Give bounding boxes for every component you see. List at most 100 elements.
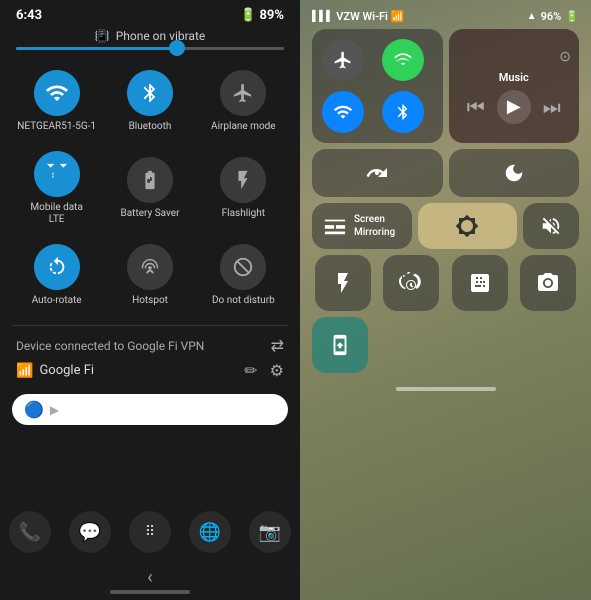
- ios-timer-tile[interactable]: [383, 255, 439, 311]
- ios-camera-tile[interactable]: [520, 255, 576, 311]
- ios-row3: ScreenMirroring: [308, 203, 583, 249]
- ios-mute-tile[interactable]: [523, 203, 579, 249]
- nav-messages[interactable]: 💬: [69, 511, 111, 553]
- ios-connectivity-tile[interactable]: [312, 29, 443, 143]
- tile-flashlight[interactable]: Flashlight: [199, 143, 288, 232]
- ios-flashlight-tile[interactable]: [315, 255, 371, 311]
- vibrate-icon: 📳: [95, 29, 110, 43]
- ios-next-btn[interactable]: ⏭: [543, 95, 561, 119]
- nav-camera[interactable]: 📷: [249, 511, 291, 553]
- tile-hotspot-label: Hotspot: [132, 295, 168, 307]
- tile-autorotate[interactable]: Auto-rotate: [12, 236, 101, 313]
- ios-music-tile[interactable]: ⊙ Music ⏮ ▶ ⏭: [449, 29, 580, 143]
- nav-apps[interactable]: ⠿: [129, 511, 171, 553]
- ios-cellular-btn[interactable]: [382, 39, 424, 81]
- slider-fill: [16, 47, 177, 50]
- ios-signal-bars: ▌▌▌: [312, 11, 333, 22]
- quick-tiles-grid: NETGEAR51-5G-1 Bluetooth Airplane mode: [0, 58, 300, 321]
- android-vibrate-row: 📳 Phone on vibrate: [0, 29, 300, 43]
- slider-track: [16, 47, 284, 50]
- ios-remote-tile[interactable]: [312, 317, 368, 373]
- ios-location-icon: ▲: [527, 11, 537, 22]
- edit-network-icon[interactable]: ✏: [244, 361, 257, 380]
- tile-wifi-label: NETGEAR51-5G-1: [17, 121, 96, 133]
- nav-phone[interactable]: 📞: [9, 511, 51, 553]
- tile-airplane[interactable]: Airplane mode: [199, 62, 288, 139]
- ios-row2: [308, 149, 583, 197]
- ios-bluetooth-btn[interactable]: [382, 91, 424, 133]
- bluetooth-icon-circle: [127, 70, 173, 116]
- battery-saver-icon-circle: [127, 157, 173, 203]
- mobile-icon-circle: ↕: [34, 151, 80, 197]
- brightness-slider[interactable]: [0, 47, 300, 58]
- android-panel: 6:43 🔋 89% 📳 Phone on vibrate NETGEAR51-…: [0, 0, 300, 600]
- dnd-icon-circle: [220, 244, 266, 290]
- tile-wifi[interactable]: NETGEAR51-5G-1: [12, 62, 101, 139]
- ios-brightness-tile[interactable]: [418, 203, 518, 249]
- network-actions: ✏ ⚙: [244, 361, 284, 380]
- ios-status-right: ▲ 96% 🔋: [527, 10, 579, 23]
- ios-battery-pct: 96%: [541, 10, 562, 23]
- google-icon: 🔵: [24, 400, 44, 419]
- tile-mobile[interactable]: ↕ Mobile dataLTE: [12, 143, 101, 232]
- tile-battery-saver-label: Battery Saver: [121, 208, 180, 220]
- wifi-icon-circle: [34, 70, 80, 116]
- ios-prev-btn[interactable]: ⏮: [467, 95, 485, 119]
- ios-dnd-tile[interactable]: [449, 149, 580, 197]
- google-fi-section: Device connected to Google Fi VPN ⇄ 📶 Go…: [0, 330, 300, 386]
- gesture-pill: [110, 590, 190, 594]
- ios-status-left: ▌▌▌ VZW Wi-Fi 📶: [312, 10, 405, 23]
- svg-text:↕: ↕: [50, 171, 55, 181]
- ios-content: ▌▌▌ VZW Wi-Fi 📶 ▲ 96% 🔋: [300, 0, 591, 395]
- tile-autorotate-label: Auto-rotate: [32, 295, 82, 307]
- ios-screen-mirroring-tile[interactable]: ScreenMirroring: [312, 203, 412, 249]
- ios-airplane-btn[interactable]: [322, 39, 364, 81]
- search-icon-2: ▶: [50, 403, 59, 417]
- ios-play-btn[interactable]: ▶: [497, 90, 531, 124]
- tile-battery-saver[interactable]: Battery Saver: [105, 143, 194, 232]
- search-bar[interactable]: 🔵 ▶: [12, 394, 288, 425]
- autorotate-icon-circle: [34, 244, 80, 290]
- tile-airplane-label: Airplane mode: [211, 121, 276, 133]
- ios-home-indicator: [308, 379, 583, 395]
- ios-wifi-btn[interactable]: [322, 91, 364, 133]
- ios-wifi-icon: 📶: [391, 10, 405, 23]
- hotspot-icon-circle: [127, 244, 173, 290]
- ios-airplay-icon: ⊙: [559, 49, 571, 65]
- android-time: 6:43: [16, 8, 42, 23]
- divider-1: [12, 325, 288, 326]
- ios-battery-icon: 🔋: [565, 10, 579, 23]
- ios-row4: [308, 255, 583, 311]
- ios-home-pill: [396, 387, 496, 391]
- network-name: 📶 Google Fi: [16, 363, 94, 379]
- vpn-row: Device connected to Google Fi VPN ⇄: [16, 336, 284, 355]
- tile-flashlight-label: Flashlight: [222, 208, 265, 220]
- flashlight-icon-circle: [220, 157, 266, 203]
- slider-thumb: [169, 40, 185, 56]
- tile-hotspot[interactable]: Hotspot: [105, 236, 194, 313]
- android-back-button[interactable]: ‹: [0, 563, 300, 590]
- tile-mobile-label: Mobile dataLTE: [30, 202, 83, 226]
- network-settings-icon[interactable]: ⚙: [270, 361, 284, 380]
- tile-dnd-label: Do not disturb: [212, 295, 275, 307]
- android-battery: 🔋 89%: [240, 8, 284, 23]
- tile-dnd[interactable]: Do not disturb: [199, 236, 288, 313]
- gesture-bar: [0, 590, 300, 600]
- ios-status-bar: ▌▌▌ VZW Wi-Fi 📶 ▲ 96% 🔋: [308, 6, 583, 29]
- android-status-bar: 6:43 🔋 89%: [0, 0, 300, 27]
- ios-screen-mirroring-label: ScreenMirroring: [354, 213, 395, 239]
- airplane-icon-circle: [220, 70, 266, 116]
- vpn-icon: ⇄: [271, 336, 284, 355]
- ios-music-title: Music: [499, 71, 529, 84]
- tile-bluetooth-label: Bluetooth: [129, 121, 172, 133]
- tile-bluetooth[interactable]: Bluetooth: [105, 62, 194, 139]
- ios-row5: [308, 317, 583, 373]
- vibrate-label: Phone on vibrate: [116, 29, 206, 43]
- android-nav-bar: 📞 💬 ⠿ 🌐 📷: [0, 503, 300, 563]
- ios-calculator-tile[interactable]: [452, 255, 508, 311]
- network-row: 📶 Google Fi ✏ ⚙: [16, 361, 284, 380]
- nav-chrome[interactable]: 🌐: [189, 511, 231, 553]
- ios-music-controls: ⏮ ▶ ⏭: [467, 90, 561, 124]
- ios-top-grid: ⊙ Music ⏮ ▶ ⏭: [308, 29, 583, 143]
- ios-rotation-lock-tile[interactable]: [312, 149, 443, 197]
